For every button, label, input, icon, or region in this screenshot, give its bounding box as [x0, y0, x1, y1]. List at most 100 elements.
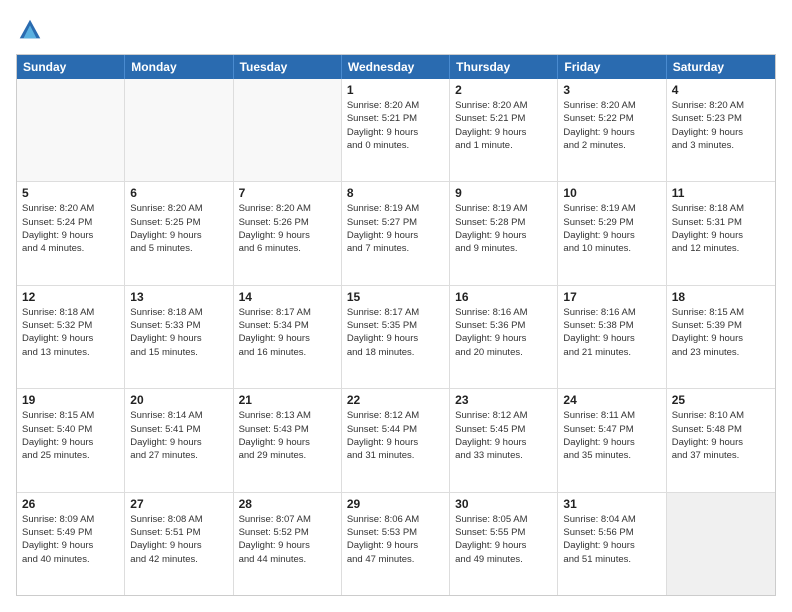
day-number: 11	[672, 186, 770, 200]
calendar-cell: 23Sunrise: 8:12 AM Sunset: 5:45 PM Dayli…	[450, 389, 558, 491]
day-number: 21	[239, 393, 336, 407]
day-info: Sunrise: 8:16 AM Sunset: 5:36 PM Dayligh…	[455, 306, 552, 359]
day-info: Sunrise: 8:08 AM Sunset: 5:51 PM Dayligh…	[130, 513, 227, 566]
day-number: 6	[130, 186, 227, 200]
calendar-cell: 31 Sunrise: 8:04 AM Sunset: 5:56 PM Dayli…	[558, 493, 666, 595]
day-number: 18	[672, 290, 770, 304]
day-info: Sunrise: 8:17 AM Sunset: 5:34 PM Dayligh…	[239, 306, 336, 359]
day-info: Sunrise: 8:15 AM Sunset: 5:39 PM Dayligh…	[672, 306, 770, 359]
day-number: 22	[347, 393, 444, 407]
day-info: Sunrise: 8:20 AM Sunset: 5:21 PM Dayligh…	[347, 99, 444, 152]
calendar-header-cell: Saturday	[667, 55, 775, 79]
logo-icon	[16, 16, 44, 44]
calendar-cell: 27 Sunrise: 8:08 AM Sunset: 5:51 PM Dayli…	[125, 493, 233, 595]
day-number: 27	[130, 497, 227, 511]
calendar-header-cell: Friday	[558, 55, 666, 79]
calendar-cell: 30 Sunrise: 8:05 AM Sunset: 5:55 PM Dayli…	[450, 493, 558, 595]
calendar-cell: 12 Sunrise: 8:18 AM Sunset: 5:32 PM Dayli…	[17, 286, 125, 388]
day-info: Sunrise: 8:19 AM Sunset: 5:28 PM Dayligh…	[455, 202, 552, 255]
calendar-cell: 4 Sunrise: 8:20 AM Sunset: 5:23 PM Daylig…	[667, 79, 775, 181]
calendar-cell: 24 Sunrise: 8:11 AM Sunset: 5:47 PM Dayli…	[558, 389, 666, 491]
calendar-cell: 7Sunrise: 8:20 AM Sunset: 5:26 PM Daylig…	[234, 182, 342, 284]
day-number: 15	[347, 290, 444, 304]
day-number: 29	[347, 497, 444, 511]
day-info: Sunrise: 8:07 AM Sunset: 5:52 PM Dayligh…	[239, 513, 336, 566]
calendar-cell: 1 Sunrise: 8:20 AM Sunset: 5:21 PM Daylig…	[342, 79, 450, 181]
day-info: Sunrise: 8:04 AM Sunset: 5:56 PM Dayligh…	[563, 513, 660, 566]
calendar-cell: 14Sunrise: 8:17 AM Sunset: 5:34 PM Dayli…	[234, 286, 342, 388]
calendar-header-row: SundayMondayTuesdayWednesdayThursdayFrid…	[17, 55, 775, 79]
calendar-cell: 15 Sunrise: 8:17 AM Sunset: 5:35 PM Dayli…	[342, 286, 450, 388]
day-info: Sunrise: 8:10 AM Sunset: 5:48 PM Dayligh…	[672, 409, 770, 462]
day-number: 1	[347, 83, 444, 97]
day-info: Sunrise: 8:11 AM Sunset: 5:47 PM Dayligh…	[563, 409, 660, 462]
day-number: 23	[455, 393, 552, 407]
day-info: Sunrise: 8:19 AM Sunset: 5:29 PM Dayligh…	[563, 202, 660, 255]
day-info: Sunrise: 8:19 AM Sunset: 5:27 PM Dayligh…	[347, 202, 444, 255]
day-number: 2	[455, 83, 552, 97]
day-number: 24	[563, 393, 660, 407]
logo	[16, 16, 48, 44]
day-info: Sunrise: 8:12 AM Sunset: 5:44 PM Dayligh…	[347, 409, 444, 462]
calendar-cell: 18 Sunrise: 8:15 AM Sunset: 5:39 PM Dayli…	[667, 286, 775, 388]
day-info: Sunrise: 8:18 AM Sunset: 5:33 PM Dayligh…	[130, 306, 227, 359]
day-info: Sunrise: 8:09 AM Sunset: 5:49 PM Dayligh…	[22, 513, 119, 566]
calendar-header-cell: Sunday	[17, 55, 125, 79]
calendar-cell	[234, 79, 342, 181]
day-info: Sunrise: 8:20 AM Sunset: 5:21 PM Dayligh…	[455, 99, 552, 152]
day-number: 9	[455, 186, 552, 200]
day-info: Sunrise: 8:20 AM Sunset: 5:25 PM Dayligh…	[130, 202, 227, 255]
day-info: Sunrise: 8:06 AM Sunset: 5:53 PM Dayligh…	[347, 513, 444, 566]
calendar-cell	[125, 79, 233, 181]
calendar-cell: 8Sunrise: 8:19 AM Sunset: 5:27 PM Daylig…	[342, 182, 450, 284]
day-info: Sunrise: 8:20 AM Sunset: 5:23 PM Dayligh…	[672, 99, 770, 152]
calendar-cell: 16 Sunrise: 8:16 AM Sunset: 5:36 PM Dayli…	[450, 286, 558, 388]
day-number: 5	[22, 186, 119, 200]
day-number: 19	[22, 393, 119, 407]
day-number: 13	[130, 290, 227, 304]
calendar-header-cell: Thursday	[450, 55, 558, 79]
calendar-cell	[667, 493, 775, 595]
day-info: Sunrise: 8:16 AM Sunset: 5:38 PM Dayligh…	[563, 306, 660, 359]
calendar-cell: 6 Sunrise: 8:20 AM Sunset: 5:25 PM Daylig…	[125, 182, 233, 284]
day-info: Sunrise: 8:13 AM Sunset: 5:43 PM Dayligh…	[239, 409, 336, 462]
calendar-cell: 2 Sunrise: 8:20 AM Sunset: 5:21 PM Daylig…	[450, 79, 558, 181]
calendar-cell: 10Sunrise: 8:19 AM Sunset: 5:29 PM Dayli…	[558, 182, 666, 284]
day-number: 26	[22, 497, 119, 511]
calendar-cell: 9 Sunrise: 8:19 AM Sunset: 5:28 PM Daylig…	[450, 182, 558, 284]
calendar-cell: 5 Sunrise: 8:20 AM Sunset: 5:24 PM Daylig…	[17, 182, 125, 284]
calendar-cell	[17, 79, 125, 181]
day-number: 7	[239, 186, 336, 200]
calendar-header-cell: Wednesday	[342, 55, 450, 79]
day-number: 3	[563, 83, 660, 97]
calendar-cell: 3 Sunrise: 8:20 AM Sunset: 5:22 PM Daylig…	[558, 79, 666, 181]
day-info: Sunrise: 8:18 AM Sunset: 5:32 PM Dayligh…	[22, 306, 119, 359]
calendar-week: 1 Sunrise: 8:20 AM Sunset: 5:21 PM Daylig…	[17, 79, 775, 182]
day-info: Sunrise: 8:17 AM Sunset: 5:35 PM Dayligh…	[347, 306, 444, 359]
calendar-cell: 22 Sunrise: 8:12 AM Sunset: 5:44 PM Dayli…	[342, 389, 450, 491]
day-number: 4	[672, 83, 770, 97]
calendar-cell: 17 Sunrise: 8:16 AM Sunset: 5:38 PM Dayli…	[558, 286, 666, 388]
calendar-cell: 25Sunrise: 8:10 AM Sunset: 5:48 PM Dayli…	[667, 389, 775, 491]
calendar-cell: 20Sunrise: 8:14 AM Sunset: 5:41 PM Dayli…	[125, 389, 233, 491]
day-info: Sunrise: 8:18 AM Sunset: 5:31 PM Dayligh…	[672, 202, 770, 255]
calendar-cell: 19 Sunrise: 8:15 AM Sunset: 5:40 PM Dayli…	[17, 389, 125, 491]
day-info: Sunrise: 8:15 AM Sunset: 5:40 PM Dayligh…	[22, 409, 119, 462]
calendar-cell: 13 Sunrise: 8:18 AM Sunset: 5:33 PM Dayli…	[125, 286, 233, 388]
day-number: 16	[455, 290, 552, 304]
day-number: 17	[563, 290, 660, 304]
day-info: Sunrise: 8:20 AM Sunset: 5:24 PM Dayligh…	[22, 202, 119, 255]
calendar-body: 1 Sunrise: 8:20 AM Sunset: 5:21 PM Daylig…	[17, 79, 775, 595]
calendar-cell: 11 Sunrise: 8:18 AM Sunset: 5:31 PM Dayli…	[667, 182, 775, 284]
day-number: 12	[22, 290, 119, 304]
day-number: 30	[455, 497, 552, 511]
day-info: Sunrise: 8:14 AM Sunset: 5:41 PM Dayligh…	[130, 409, 227, 462]
calendar-week: 12 Sunrise: 8:18 AM Sunset: 5:32 PM Dayli…	[17, 286, 775, 389]
calendar-cell: 29 Sunrise: 8:06 AM Sunset: 5:53 PM Dayli…	[342, 493, 450, 595]
calendar-cell: 21 Sunrise: 8:13 AM Sunset: 5:43 PM Dayli…	[234, 389, 342, 491]
day-number: 31	[563, 497, 660, 511]
day-info: Sunrise: 8:05 AM Sunset: 5:55 PM Dayligh…	[455, 513, 552, 566]
calendar-week: 19 Sunrise: 8:15 AM Sunset: 5:40 PM Dayli…	[17, 389, 775, 492]
day-info: Sunrise: 8:20 AM Sunset: 5:22 PM Dayligh…	[563, 99, 660, 152]
calendar: SundayMondayTuesdayWednesdayThursdayFrid…	[16, 54, 776, 596]
